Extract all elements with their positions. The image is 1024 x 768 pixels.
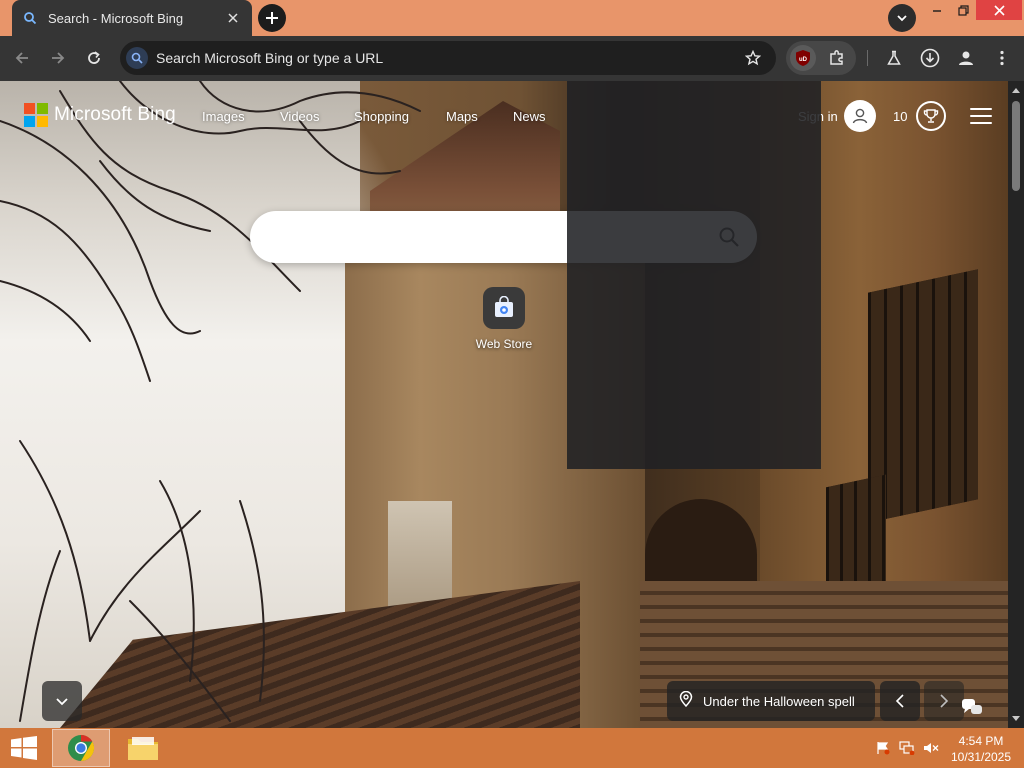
folder-icon[interactable] (118, 729, 168, 767)
bing-logo[interactable]: Microsoft Bing (24, 103, 176, 127)
scroll-up-icon[interactable] (1008, 83, 1024, 97)
hamburger-icon[interactable] (970, 108, 992, 124)
chevron-down-icon[interactable] (888, 4, 916, 32)
search-icon (22, 10, 38, 26)
image-caption-text: Under the Halloween spell (703, 693, 855, 709)
image-caption[interactable]: Under the Halloween spell (667, 681, 875, 721)
nav-videos[interactable]: Videos (280, 109, 320, 124)
trophy-icon[interactable] (916, 101, 946, 131)
puzzle-icon[interactable] (824, 45, 850, 71)
bing-logo-text: Microsoft Bing (54, 104, 176, 125)
chat-icon[interactable] (960, 695, 984, 719)
location-pin-icon (679, 690, 693, 712)
quick-link-label: Web Store (475, 337, 533, 351)
rewards-count[interactable]: 10 (893, 109, 907, 124)
microsoft-logo-icon (24, 103, 48, 127)
chevron-right-icon[interactable] (924, 681, 964, 721)
tab-bing[interactable]: Search - Microsoft Bing (12, 0, 252, 36)
taskbar-clock[interactable]: 4:54 PM 10/31/2025 (948, 733, 1014, 765)
quick-link-web-store[interactable]: Web Store (468, 287, 540, 351)
network-icon[interactable] (898, 740, 916, 756)
profile-icon[interactable] (952, 44, 980, 72)
ublock-icon[interactable]: uD (790, 45, 816, 71)
star-icon[interactable] (740, 45, 766, 71)
scroll-thumb[interactable] (1012, 101, 1020, 191)
browser-titlebar: Search - Microsoft Bing (0, 0, 1024, 36)
scroll-down-icon[interactable] (1008, 712, 1024, 726)
overlay-panel (567, 81, 821, 469)
address-bar-placeholder: Search Microsoft Bing or type a URL (156, 50, 384, 66)
nav-maps[interactable]: Maps (446, 109, 478, 124)
chrome-icon[interactable] (52, 729, 110, 767)
download-icon[interactable] (916, 44, 944, 72)
extensions-group: uD (786, 41, 856, 75)
nav-news[interactable]: News (513, 109, 546, 124)
address-bar[interactable]: Search Microsoft Bing or type a URL (120, 41, 776, 75)
bing-homepage: Microsoft Bing Images Videos Shopping Ma… (0, 81, 1008, 728)
tab-title: Search - Microsoft Bing (48, 10, 184, 26)
clock-date: 10/31/2025 (950, 750, 1012, 764)
nav-shopping[interactable]: Shopping (354, 109, 409, 124)
back-arrow-icon[interactable] (8, 44, 36, 72)
close-icon[interactable] (224, 9, 242, 27)
windows-logo-icon[interactable] (8, 734, 40, 762)
chevron-left-icon[interactable] (880, 681, 920, 721)
web-store-icon (483, 287, 525, 329)
search-icon (126, 47, 148, 69)
restore-button[interactable] (948, 0, 978, 20)
plus-icon[interactable] (258, 4, 286, 32)
toolbar-divider (867, 50, 868, 66)
windows-taskbar: 4:54 PM 10/31/2025 (0, 728, 1024, 768)
chevron-down-icon[interactable] (42, 681, 82, 721)
clock-time: 4:54 PM (958, 734, 1004, 748)
labs-flask-icon[interactable] (880, 44, 908, 72)
nav-images[interactable]: Images (202, 109, 245, 124)
speaker-muted-icon[interactable] (922, 740, 940, 756)
close-window-button[interactable] (976, 0, 1022, 20)
user-icon[interactable] (844, 100, 876, 132)
page-scrollbar[interactable] (1008, 81, 1024, 728)
reload-icon[interactable] (80, 44, 108, 72)
flag-icon[interactable] (874, 740, 892, 756)
kebab-menu-icon[interactable] (988, 44, 1016, 72)
forward-arrow-icon[interactable] (44, 44, 72, 72)
svg-text:uD: uD (799, 57, 808, 63)
browser-toolbar: Search Microsoft Bing or type a URL uD (0, 36, 1024, 81)
